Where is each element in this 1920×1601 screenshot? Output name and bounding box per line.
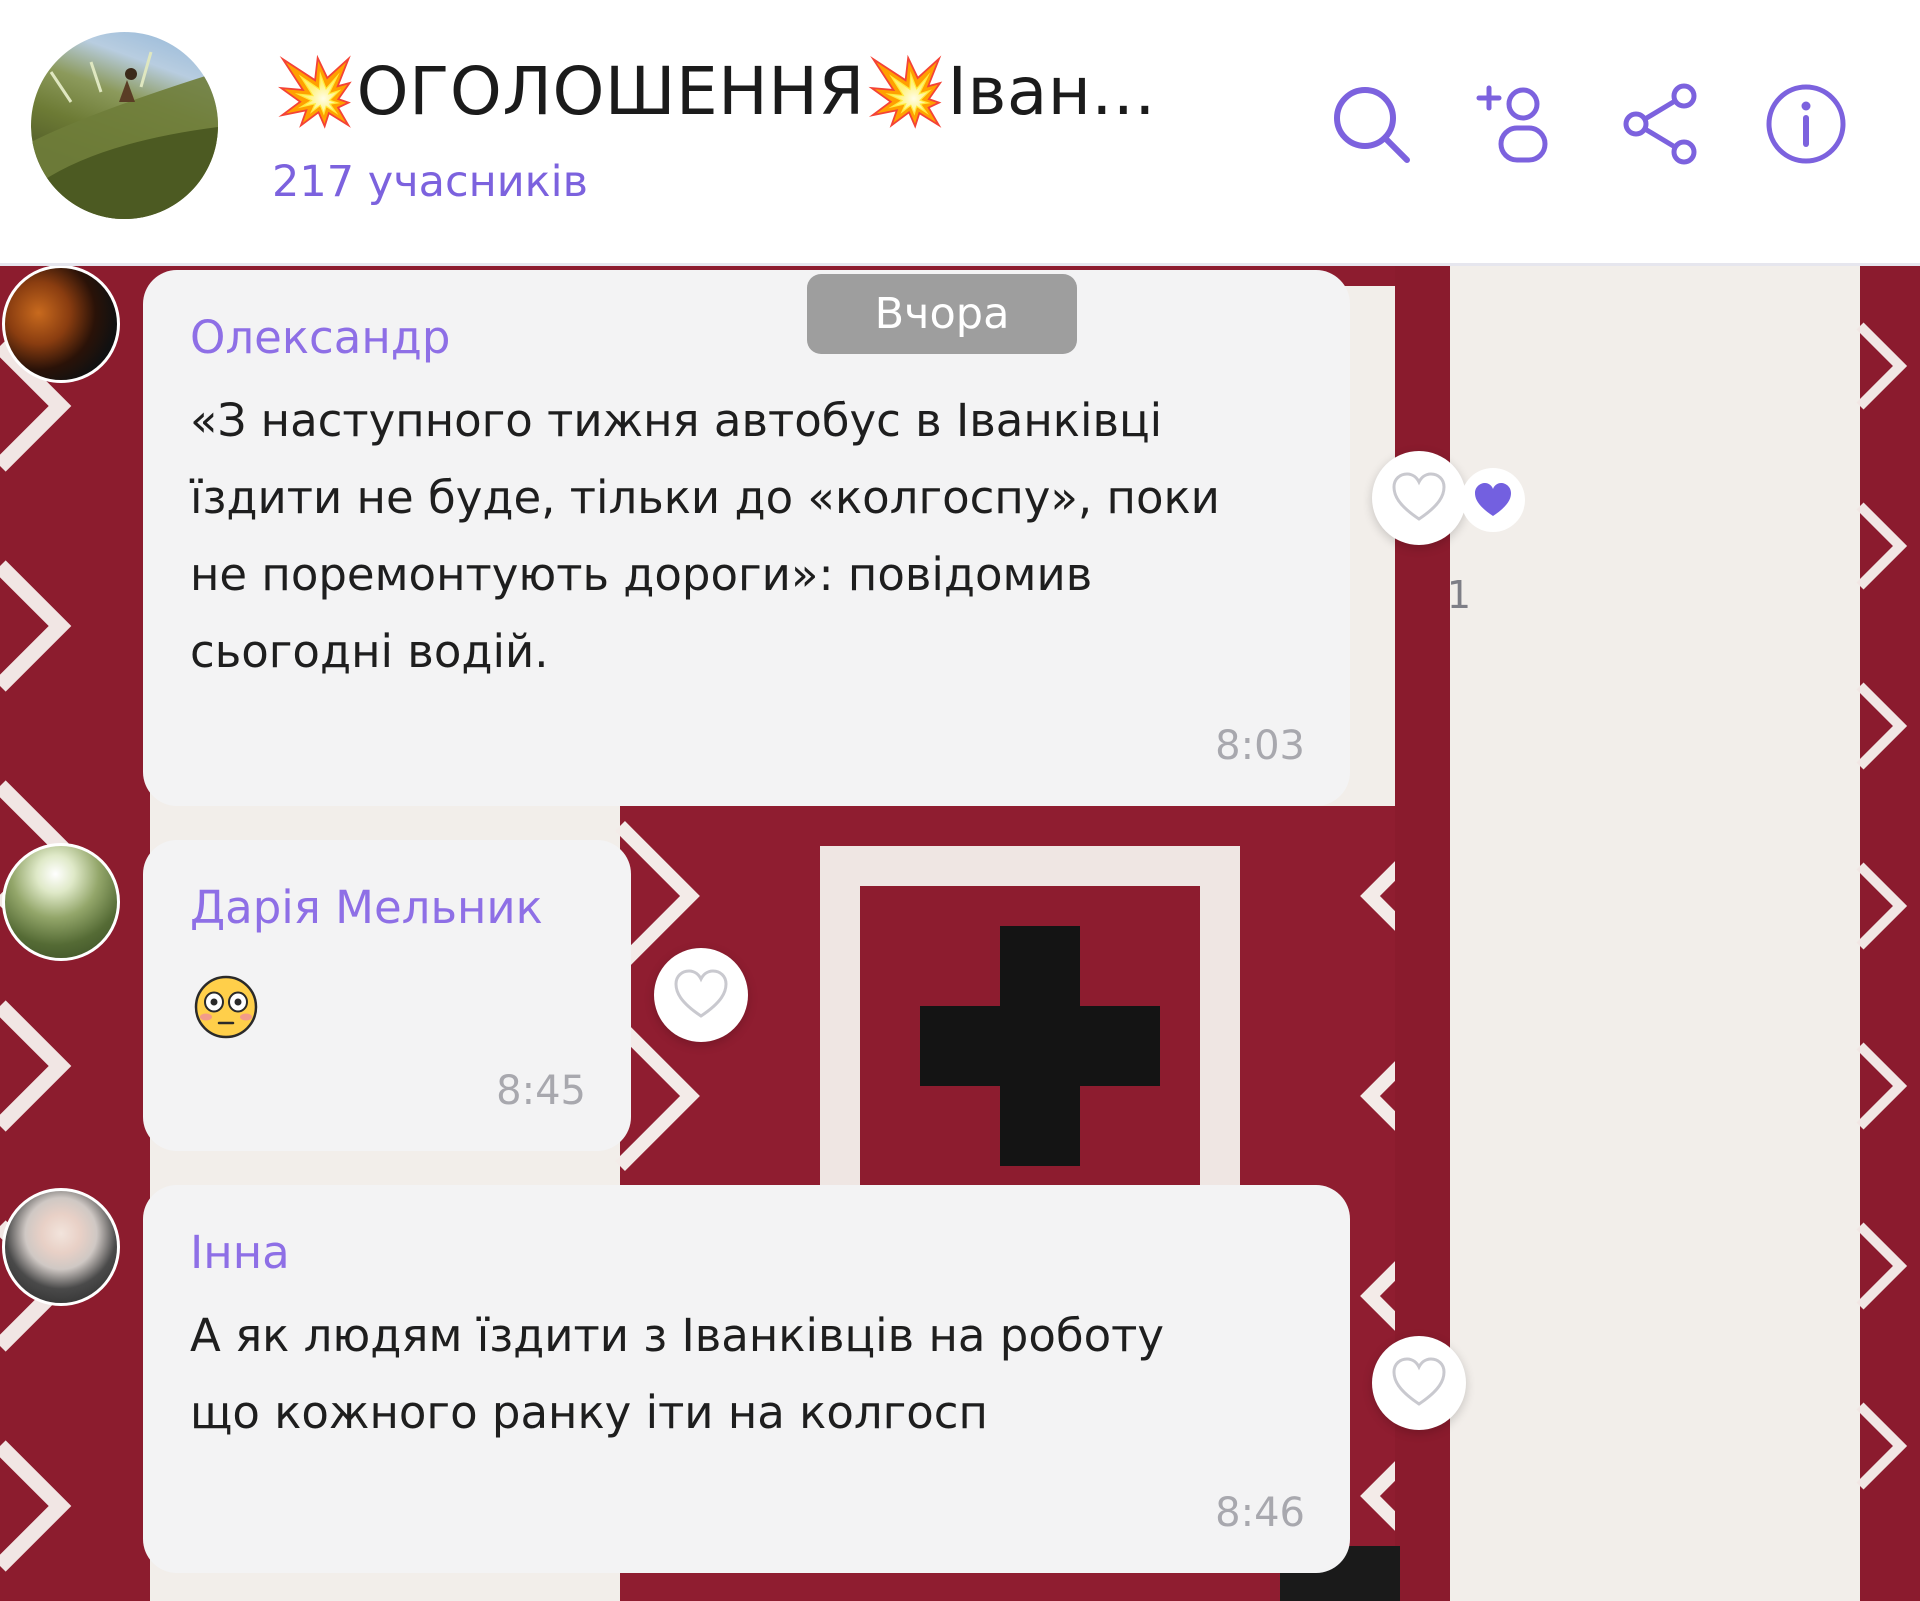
- heart-outline-icon: [674, 969, 728, 1018]
- date-separator: Вчора: [807, 274, 1077, 354]
- message-time: 8:03: [1215, 723, 1305, 769]
- share-button[interactable]: [1616, 78, 1708, 170]
- heart-outline-icon: [1392, 1357, 1446, 1406]
- add-participant-icon: [1476, 85, 1548, 163]
- heart-outline-icon: [1392, 472, 1446, 521]
- info-icon: [1766, 84, 1846, 164]
- like-button[interactable]: [1372, 451, 1466, 545]
- message-bubble[interactable]: Інна А як людям їздити з Іванківців на р…: [143, 1185, 1350, 1573]
- sender-avatar[interactable]: [2, 843, 120, 961]
- message-bubble[interactable]: Олександр «З наступного тижня автобус в …: [143, 270, 1350, 806]
- sender-name[interactable]: Олександр: [190, 308, 450, 368]
- info-button[interactable]: [1760, 78, 1852, 170]
- message-bubble[interactable]: Дарія Мельник 8:45: [143, 840, 631, 1151]
- sender-name[interactable]: Інна: [190, 1223, 290, 1283]
- search-icon: [1334, 87, 1410, 163]
- member-count[interactable]: 217 учасників: [272, 152, 588, 212]
- group-avatar[interactable]: [31, 32, 218, 219]
- sender-avatar[interactable]: [2, 265, 120, 383]
- message-text: А як людям їздити з Іванківців на роботу…: [190, 1309, 1164, 1439]
- reaction-count[interactable]: 1: [1444, 570, 1474, 620]
- like-button[interactable]: [1372, 1336, 1466, 1430]
- message-text: «З наступного тижня автобус в Іванківці …: [190, 394, 1220, 678]
- search-button[interactable]: [1325, 78, 1417, 170]
- message-time: 8:46: [1215, 1490, 1305, 1536]
- sender-name[interactable]: Дарія Мельник: [190, 878, 543, 938]
- group-title[interactable]: 💥ОГОЛОШЕННЯ💥Іван...: [274, 52, 1156, 132]
- add-participant-button[interactable]: [1471, 78, 1563, 170]
- flushed-face-icon: [194, 975, 258, 1039]
- heart-filled-icon: [1475, 483, 1511, 516]
- like-button[interactable]: [654, 948, 748, 1042]
- message-time: 8:45: [496, 1068, 586, 1114]
- sender-avatar[interactable]: [2, 1188, 120, 1306]
- chat-header: 💥ОГОЛОШЕННЯ💥Іван... 217 учасників: [0, 0, 1920, 266]
- reaction-badge[interactable]: [1461, 468, 1525, 532]
- share-icon: [1623, 83, 1697, 165]
